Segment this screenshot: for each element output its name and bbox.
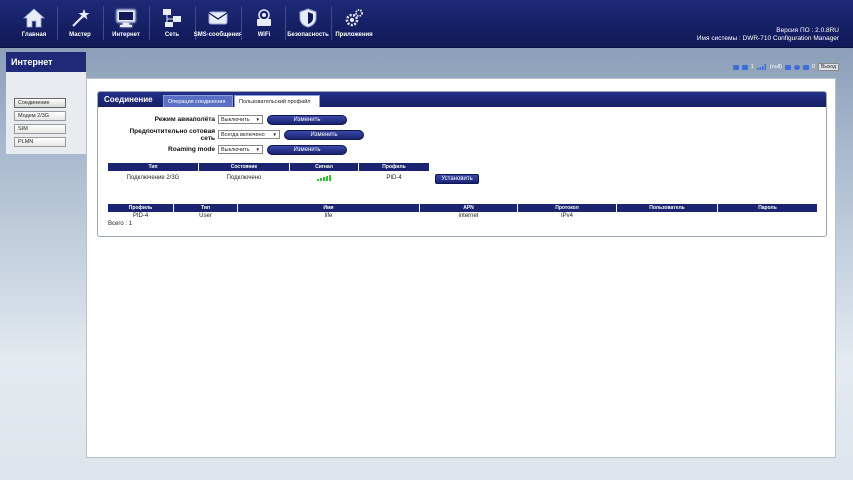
table-header: APN xyxy=(420,204,517,212)
sidebar: Соединение Модем 2/3G SIM PLMN xyxy=(6,72,86,154)
shield-icon xyxy=(299,8,317,28)
nav-item-apps[interactable]: Приложения xyxy=(334,5,374,45)
preferred-network-label: Предпочтительно сотовая сеть xyxy=(110,128,215,142)
sidebar-item-sim[interactable]: SIM xyxy=(14,124,66,134)
profile-apn: internet xyxy=(458,213,479,219)
section-header: Соединение Операция соединения Пользоват… xyxy=(98,92,826,107)
top-navigation-bar: Главная Мастер Интернет Сеть SMS-сообщен… xyxy=(0,0,853,48)
preferred-network-select[interactable]: Всегда включено ▼ xyxy=(218,130,280,139)
change-network-button[interactable]: Изменить xyxy=(284,130,364,140)
chevron-down-icon: ▼ xyxy=(272,132,277,137)
label-line: сеть xyxy=(200,135,215,142)
nav-label: Приложения xyxy=(335,32,373,38)
table-header: Профиль xyxy=(359,163,429,171)
airplane-mode-label: Режим авиаполёта xyxy=(154,116,215,123)
connection-state: Подключено xyxy=(226,175,262,181)
table-header: Пароль xyxy=(718,204,817,212)
chevron-down-icon: ▼ xyxy=(255,147,260,152)
airplane-mode-select[interactable]: Выключить ▼ xyxy=(218,115,263,124)
nav-item-wifi[interactable]: WiFi xyxy=(244,5,284,45)
message-icon xyxy=(802,64,809,70)
sidebar-item-connection[interactable]: Соединение xyxy=(14,98,66,108)
roaming-mode-select[interactable]: Выключить ▼ xyxy=(218,145,263,154)
status-bar: 1 (null) 0 Выход xyxy=(732,63,839,71)
signal-strength-indicator xyxy=(317,174,333,181)
select-value: Выключить xyxy=(221,147,250,153)
table-header: Тип xyxy=(108,163,198,171)
signal-bar xyxy=(329,175,331,181)
profile-name: PID-4 xyxy=(132,213,149,219)
wizard-icon xyxy=(72,9,90,27)
section-title: Соединение xyxy=(104,95,153,104)
main-content: Соединение Операция соединения Пользоват… xyxy=(86,78,836,458)
sidebar-item-plmn[interactable]: PLMN xyxy=(14,137,66,147)
signal-bar xyxy=(323,177,325,181)
nav-item-security[interactable]: Безопасность xyxy=(287,5,329,45)
sms-status-icon xyxy=(741,64,748,70)
signal-bar xyxy=(317,179,319,181)
chevron-down-icon: ▼ xyxy=(255,117,260,122)
signal-bar xyxy=(326,176,328,181)
page-title: Интернет xyxy=(6,52,86,72)
label-line: Предпочтительно сотовая xyxy=(129,128,215,135)
change-roaming-button[interactable]: Изменить xyxy=(267,145,347,155)
logout-button[interactable]: Выход xyxy=(818,63,839,71)
connection-profile: PID-4 xyxy=(386,175,402,181)
nav-item-sms[interactable]: SMS-сообщения xyxy=(194,5,242,45)
tab-connection-operation[interactable]: Операция соединения xyxy=(163,95,233,107)
network-icon xyxy=(163,9,181,27)
nav-item-network[interactable]: Сеть xyxy=(152,5,192,45)
nav-item-home[interactable]: Главная xyxy=(14,5,54,45)
table-header: Профиль xyxy=(108,204,173,212)
gear-icon xyxy=(345,9,363,27)
system-name: Имя системы : DWR-710 Configuration Mana… xyxy=(696,35,839,42)
table-header: Состояние xyxy=(199,163,289,171)
network-name: (null) xyxy=(769,64,782,70)
profile-protocol: IPv4 xyxy=(560,213,573,219)
table-header: Сигнал xyxy=(290,163,358,171)
profile-apn-name: life xyxy=(324,213,333,219)
message-count: 0 xyxy=(811,64,816,70)
home-icon xyxy=(23,8,45,28)
connection-type: Подключение 2/3G xyxy=(126,175,180,181)
usb-icon xyxy=(732,64,739,70)
signal-icon xyxy=(756,64,766,70)
sms-count: 1 xyxy=(750,64,754,70)
nav-item-wizard[interactable]: Мастер xyxy=(60,5,100,45)
sidebar-item-modem[interactable]: Модем 2/3G xyxy=(14,111,66,121)
install-button[interactable]: Установить xyxy=(435,174,479,184)
tab-user-profile[interactable]: Пользовательский профайл xyxy=(234,95,320,107)
internet-icon xyxy=(116,9,136,27)
connection-section: Соединение Операция соединения Пользоват… xyxy=(97,91,827,237)
change-airplane-button[interactable]: Изменить xyxy=(267,115,347,125)
firmware-version: Версия ПО : 2.0.8RU xyxy=(776,27,839,34)
table-header: Пользователь xyxy=(617,204,717,212)
select-value: Выключить xyxy=(221,117,250,123)
profile-total: Всего : 1 xyxy=(108,221,133,227)
globe-icon xyxy=(793,64,800,70)
table-header: Тип xyxy=(174,204,237,212)
table-header: Имя xyxy=(238,204,419,212)
profile-type: User xyxy=(199,213,212,219)
select-value: Всегда включено xyxy=(221,132,265,138)
sms-icon xyxy=(208,11,228,25)
system-info: Версия ПО : 2.0.8RU Имя системы : DWR-71… xyxy=(697,27,839,43)
roaming-mode-label: Roaming mode xyxy=(168,146,215,153)
wifi-icon xyxy=(257,9,271,26)
signal-bar xyxy=(320,178,322,181)
battery-icon xyxy=(784,64,791,70)
table-header: Протокол xyxy=(518,204,616,212)
nav-item-internet[interactable]: Интернет xyxy=(106,5,146,45)
